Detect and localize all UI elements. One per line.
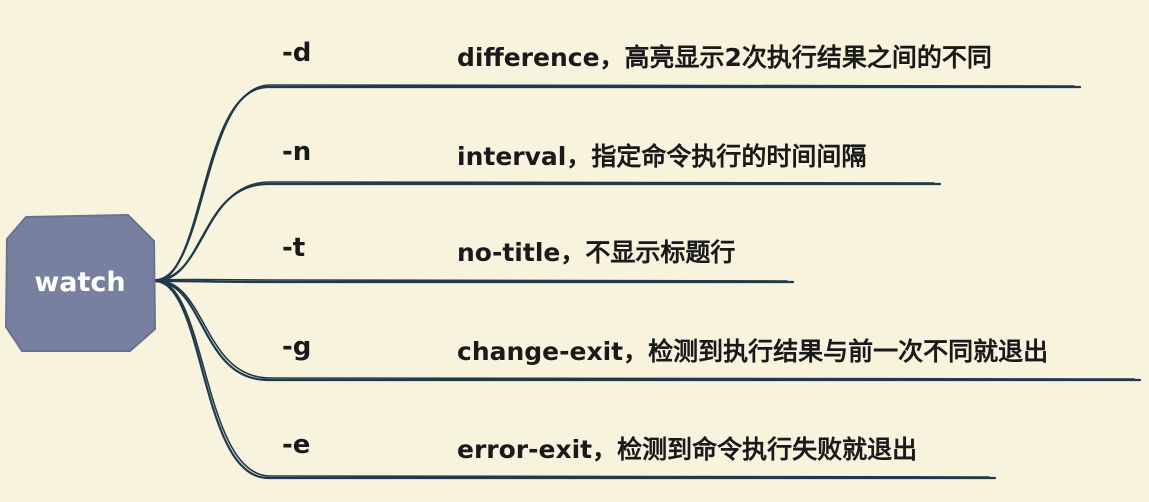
branch-desc-e: error-exit，检测到命令执行失败就退出 [457,435,918,464]
branch-flag-d: -d [282,38,312,68]
root-node-watch: watch [4,211,156,353]
branch-desc-n: interval，指定命令执行的时间间隔 [457,142,867,171]
branch-desc-d: difference，高亮显示2次执行结果之间的不同 [457,43,992,72]
root-label: watch [34,266,126,298]
branch-desc-t: no-title，不显示标题行 [457,238,736,267]
branch-flag-t: -t [282,233,306,263]
connector-t [153,278,795,284]
branch-desc-g: change-exit，检测到执行结果与前一次不同就退出 [457,337,1049,366]
mindmap-canvas: watch -d difference，高亮显示2次执行结果之间的不同 -n i… [0,0,1149,502]
branch-flag-n: -n [282,137,312,167]
branch-flag-e: -e [282,430,311,460]
branch-flag-g: -g [282,332,312,362]
